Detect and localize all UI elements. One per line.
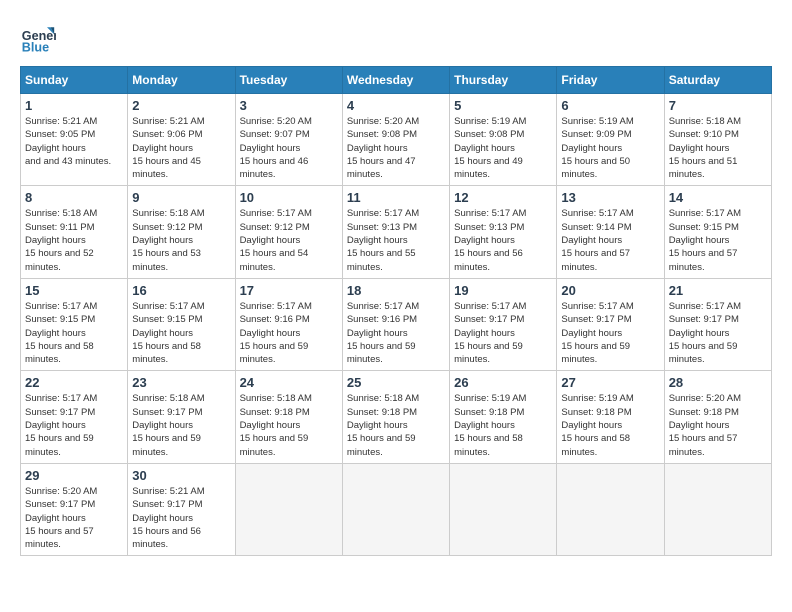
logo-icon: General Blue bbox=[20, 20, 56, 56]
calendar-day-17: 17Sunrise: 5:17 AMSunset: 9:16 PMDayligh… bbox=[235, 278, 342, 370]
calendar-day-27: 27Sunrise: 5:19 AMSunset: 9:18 PMDayligh… bbox=[557, 371, 664, 463]
calendar-day-13: 13Sunrise: 5:17 AMSunset: 9:14 PMDayligh… bbox=[557, 186, 664, 278]
weekday-header-sunday: Sunday bbox=[21, 67, 128, 94]
week-row-3: 15Sunrise: 5:17 AMSunset: 9:15 PMDayligh… bbox=[21, 278, 772, 370]
calendar-day-empty bbox=[235, 463, 342, 555]
svg-text:Blue: Blue bbox=[22, 41, 49, 55]
calendar-day-11: 11Sunrise: 5:17 AMSunset: 9:13 PMDayligh… bbox=[342, 186, 449, 278]
week-row-2: 8Sunrise: 5:18 AMSunset: 9:11 PMDaylight… bbox=[21, 186, 772, 278]
calendar: SundayMondayTuesdayWednesdayThursdayFrid… bbox=[20, 66, 772, 556]
weekday-header-wednesday: Wednesday bbox=[342, 67, 449, 94]
calendar-day-12: 12Sunrise: 5:17 AMSunset: 9:13 PMDayligh… bbox=[450, 186, 557, 278]
calendar-day-24: 24Sunrise: 5:18 AMSunset: 9:18 PMDayligh… bbox=[235, 371, 342, 463]
logo: General Blue bbox=[20, 20, 56, 56]
calendar-day-20: 20Sunrise: 5:17 AMSunset: 9:17 PMDayligh… bbox=[557, 278, 664, 370]
calendar-day-28: 28Sunrise: 5:20 AMSunset: 9:18 PMDayligh… bbox=[664, 371, 771, 463]
weekday-header-tuesday: Tuesday bbox=[235, 67, 342, 94]
calendar-day-19: 19Sunrise: 5:17 AMSunset: 9:17 PMDayligh… bbox=[450, 278, 557, 370]
calendar-day-empty bbox=[342, 463, 449, 555]
calendar-day-25: 25Sunrise: 5:18 AMSunset: 9:18 PMDayligh… bbox=[342, 371, 449, 463]
calendar-day-8: 8Sunrise: 5:18 AMSunset: 9:11 PMDaylight… bbox=[21, 186, 128, 278]
weekday-header-monday: Monday bbox=[128, 67, 235, 94]
calendar-day-9: 9Sunrise: 5:18 AMSunset: 9:12 PMDaylight… bbox=[128, 186, 235, 278]
calendar-day-16: 16Sunrise: 5:17 AMSunset: 9:15 PMDayligh… bbox=[128, 278, 235, 370]
calendar-day-30: 30Sunrise: 5:21 AMSunset: 9:17 PMDayligh… bbox=[128, 463, 235, 555]
calendar-day-23: 23Sunrise: 5:18 AMSunset: 9:17 PMDayligh… bbox=[128, 371, 235, 463]
calendar-day-6: 6Sunrise: 5:19 AMSunset: 9:09 PMDaylight… bbox=[557, 94, 664, 186]
calendar-day-empty bbox=[664, 463, 771, 555]
calendar-day-15: 15Sunrise: 5:17 AMSunset: 9:15 PMDayligh… bbox=[21, 278, 128, 370]
calendar-day-3: 3Sunrise: 5:20 AMSunset: 9:07 PMDaylight… bbox=[235, 94, 342, 186]
calendar-day-14: 14Sunrise: 5:17 AMSunset: 9:15 PMDayligh… bbox=[664, 186, 771, 278]
calendar-day-10: 10Sunrise: 5:17 AMSunset: 9:12 PMDayligh… bbox=[235, 186, 342, 278]
weekday-header-saturday: Saturday bbox=[664, 67, 771, 94]
weekday-header-thursday: Thursday bbox=[450, 67, 557, 94]
calendar-day-5: 5Sunrise: 5:19 AMSunset: 9:08 PMDaylight… bbox=[450, 94, 557, 186]
calendar-day-7: 7Sunrise: 5:18 AMSunset: 9:10 PMDaylight… bbox=[664, 94, 771, 186]
calendar-day-2: 2Sunrise: 5:21 AMSunset: 9:06 PMDaylight… bbox=[128, 94, 235, 186]
week-row-5: 29Sunrise: 5:20 AMSunset: 9:17 PMDayligh… bbox=[21, 463, 772, 555]
calendar-day-21: 21Sunrise: 5:17 AMSunset: 9:17 PMDayligh… bbox=[664, 278, 771, 370]
header: General Blue bbox=[20, 20, 772, 56]
calendar-day-1: 1Sunrise: 5:21 AMSunset: 9:05 PMDaylight… bbox=[21, 94, 128, 186]
weekday-header-row: SundayMondayTuesdayWednesdayThursdayFrid… bbox=[21, 67, 772, 94]
calendar-day-18: 18Sunrise: 5:17 AMSunset: 9:16 PMDayligh… bbox=[342, 278, 449, 370]
calendar-day-22: 22Sunrise: 5:17 AMSunset: 9:17 PMDayligh… bbox=[21, 371, 128, 463]
calendar-day-29: 29Sunrise: 5:20 AMSunset: 9:17 PMDayligh… bbox=[21, 463, 128, 555]
calendar-day-26: 26Sunrise: 5:19 AMSunset: 9:18 PMDayligh… bbox=[450, 371, 557, 463]
weekday-header-friday: Friday bbox=[557, 67, 664, 94]
calendar-day-empty bbox=[450, 463, 557, 555]
week-row-1: 1Sunrise: 5:21 AMSunset: 9:05 PMDaylight… bbox=[21, 94, 772, 186]
week-row-4: 22Sunrise: 5:17 AMSunset: 9:17 PMDayligh… bbox=[21, 371, 772, 463]
calendar-day-4: 4Sunrise: 5:20 AMSunset: 9:08 PMDaylight… bbox=[342, 94, 449, 186]
calendar-day-empty bbox=[557, 463, 664, 555]
